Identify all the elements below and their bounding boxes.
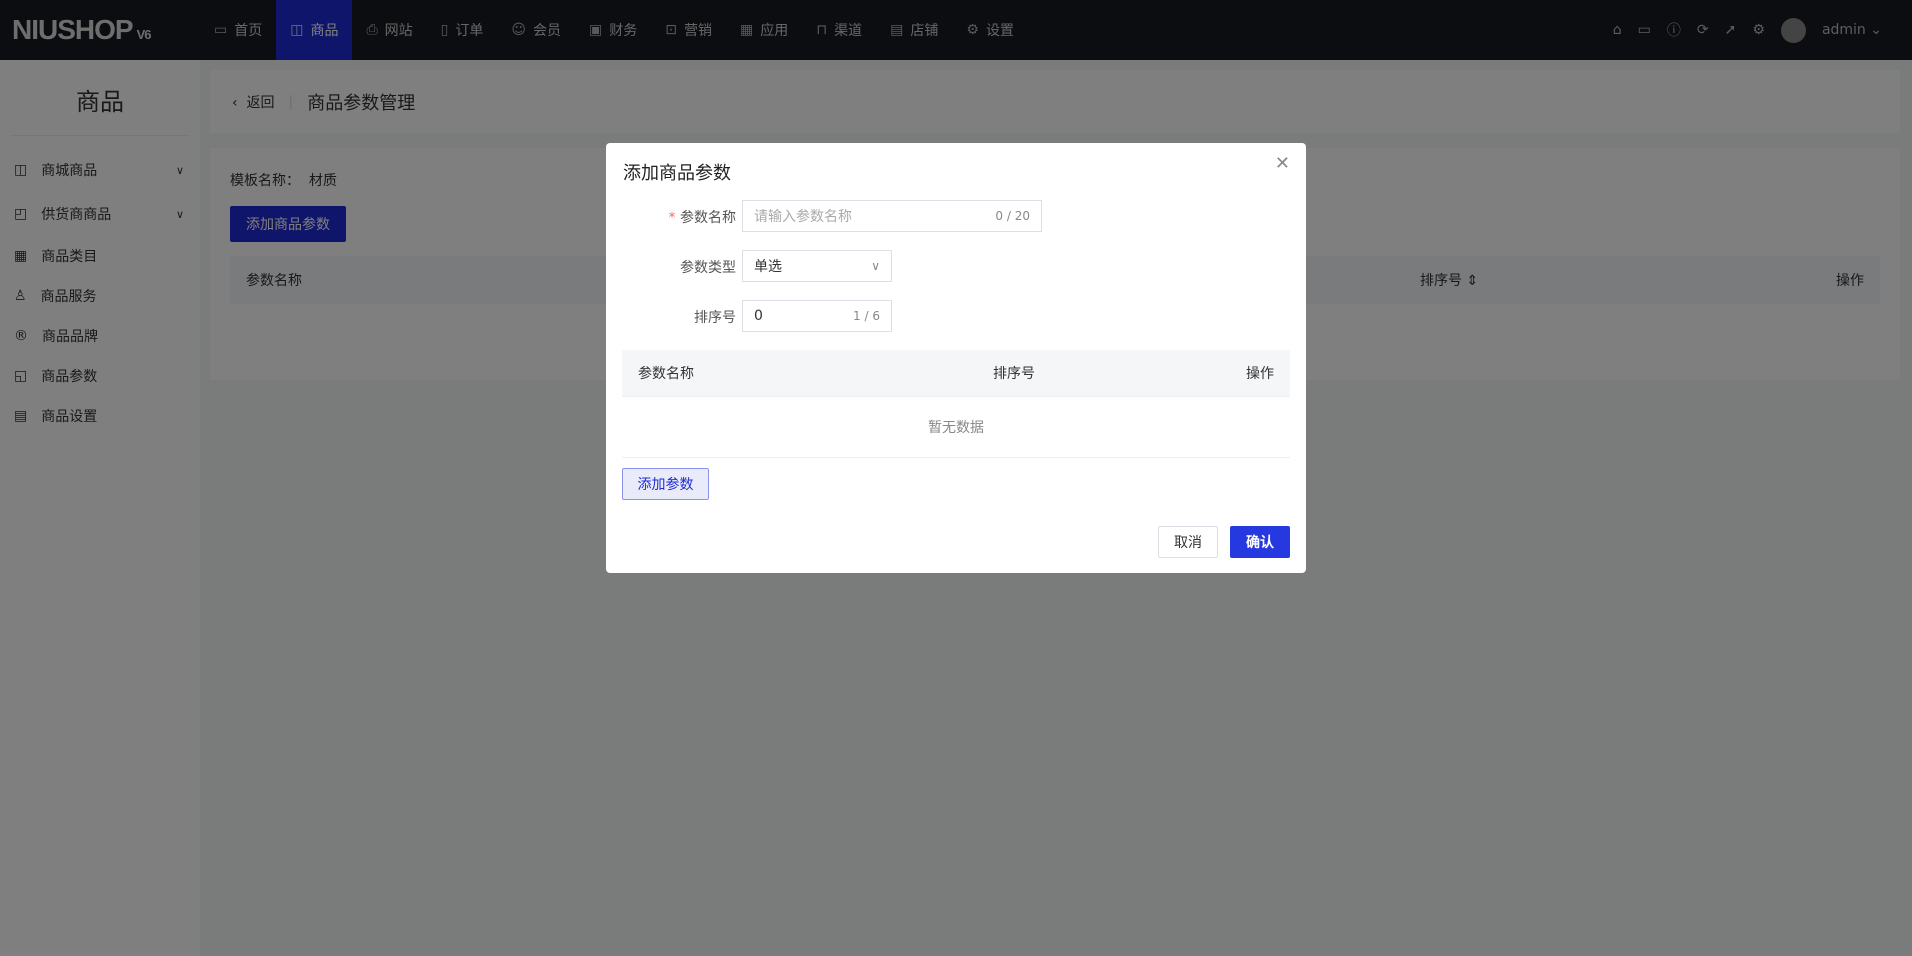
sort-input[interactable]: 01 / 6 [742, 300, 892, 332]
table-header: 参数名称 排序号 操作 [622, 350, 1290, 397]
close-icon[interactable]: ✕ [1275, 153, 1290, 174]
empty-text: 暂无数据 [622, 397, 1290, 458]
name-label: * 参数名称 [668, 210, 736, 226]
param-values-table: 参数名称 排序号 操作 暂无数据 [622, 350, 1290, 458]
chevron-down-icon: ∨ [871, 259, 880, 273]
add-param-button[interactable]: 添加参数 [622, 468, 709, 500]
cancel-button[interactable]: 取消 [1158, 526, 1218, 558]
confirm-button[interactable]: 确认 [1230, 526, 1290, 558]
sort-label: 排序号 [694, 310, 736, 326]
param-type-select[interactable]: 单选 ∨ [742, 250, 892, 282]
type-label: 参数类型 [680, 260, 736, 276]
param-name-input[interactable]: 请输入参数名称 0 / 20 [742, 200, 1042, 232]
dialog-title: 添加商品参数 [623, 163, 731, 184]
add-param-dialog: 添加商品参数 ✕ * 参数名称 请输入参数名称 0 / 20 参数类型 单选 ∨ 排… [606, 143, 1306, 573]
